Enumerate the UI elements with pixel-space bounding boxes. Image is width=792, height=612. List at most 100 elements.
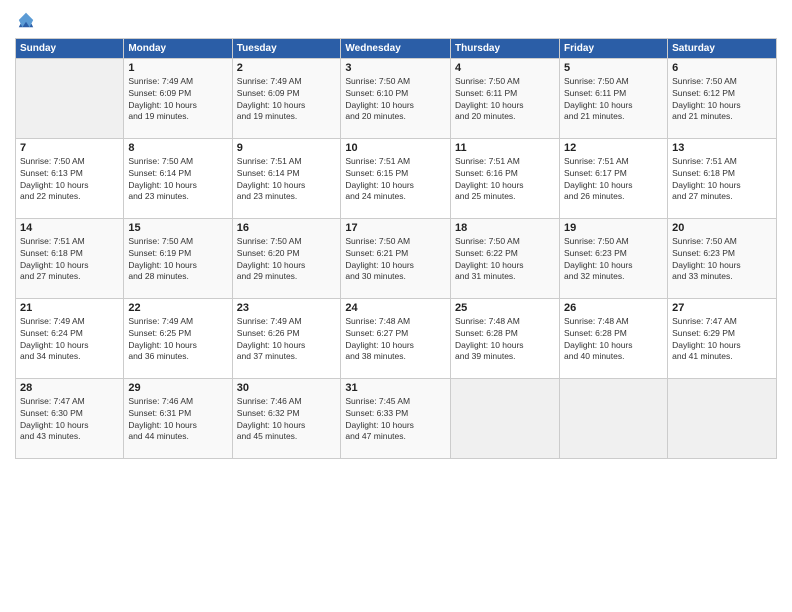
day-cell: 25 Sunrise: 7:48 AM Sunset: 6:28 PM Dayli…	[451, 298, 560, 378]
day-cell: 26 Sunrise: 7:48 AM Sunset: 6:28 PM Dayli…	[560, 298, 668, 378]
week-row-1: 1 Sunrise: 7:49 AM Sunset: 6:09 PM Daylig…	[16, 58, 777, 138]
page-header	[15, 10, 777, 30]
day-cell: 10Sunrise: 7:51 AM Sunset: 6:15 PM Dayli…	[341, 138, 451, 218]
day-cell: 20 Sunrise: 7:50 AM Sunset: 6:23 PM Dayli…	[668, 218, 777, 298]
day-info: Sunrise: 7:50 AM Sunset: 6:11 PM Dayligh…	[455, 76, 555, 124]
day-cell: 9 Sunrise: 7:51 AM Sunset: 6:14 PM Daylig…	[232, 138, 341, 218]
day-number: 16	[237, 222, 337, 234]
day-info: Sunrise: 7:49 AM Sunset: 6:26 PM Dayligh…	[237, 316, 337, 364]
day-cell: 19 Sunrise: 7:50 AM Sunset: 6:23 PM Dayli…	[560, 218, 668, 298]
day-number: 12	[564, 142, 663, 154]
day-cell: 6 Sunrise: 7:50 AM Sunset: 6:12 PM Daylig…	[668, 58, 777, 138]
day-cell: 3 Sunrise: 7:50 AM Sunset: 6:10 PM Daylig…	[341, 58, 451, 138]
day-number: 30	[237, 382, 337, 394]
day-number: 18	[455, 222, 555, 234]
logo-text	[15, 10, 35, 30]
day-cell: 30 Sunrise: 7:46 AM Sunset: 6:32 PM Dayli…	[232, 378, 341, 458]
day-info: Sunrise: 7:50 AM Sunset: 6:19 PM Dayligh…	[128, 236, 227, 284]
day-number: 9	[237, 142, 337, 154]
day-cell: 27 Sunrise: 7:47 AM Sunset: 6:29 PM Dayli…	[668, 298, 777, 378]
day-cell: 4 Sunrise: 7:50 AM Sunset: 6:11 PM Daylig…	[451, 58, 560, 138]
day-cell: 21 Sunrise: 7:49 AM Sunset: 6:24 PM Dayli…	[16, 298, 124, 378]
day-number: 1	[128, 62, 227, 74]
day-info: Sunrise: 7:51 AM Sunset: 6:18 PM Dayligh…	[20, 236, 119, 284]
day-cell: 1Sunrise: 7:49 AM Sunset: 6:09 PM Daylig…	[124, 58, 232, 138]
day-info: Sunrise: 7:48 AM Sunset: 6:28 PM Dayligh…	[564, 316, 663, 364]
day-info: Sunrise: 7:49 AM Sunset: 6:24 PM Dayligh…	[20, 316, 119, 364]
day-info: Sunrise: 7:51 AM Sunset: 6:14 PM Dayligh…	[237, 156, 337, 204]
day-info: Sunrise: 7:50 AM Sunset: 6:23 PM Dayligh…	[564, 236, 663, 284]
day-number: 22	[128, 302, 227, 314]
day-number: 21	[20, 302, 119, 314]
day-info: Sunrise: 7:50 AM Sunset: 6:13 PM Dayligh…	[20, 156, 119, 204]
day-cell: 7Sunrise: 7:50 AM Sunset: 6:13 PM Daylig…	[16, 138, 124, 218]
day-cell: 5 Sunrise: 7:50 AM Sunset: 6:11 PM Daylig…	[560, 58, 668, 138]
day-number: 8	[128, 142, 227, 154]
day-info: Sunrise: 7:50 AM Sunset: 6:21 PM Dayligh…	[345, 236, 446, 284]
day-info: Sunrise: 7:50 AM Sunset: 6:10 PM Dayligh…	[345, 76, 446, 124]
day-number: 2	[237, 62, 337, 74]
week-row-5: 28Sunrise: 7:47 AM Sunset: 6:30 PM Dayli…	[16, 378, 777, 458]
day-info: Sunrise: 7:46 AM Sunset: 6:31 PM Dayligh…	[128, 396, 227, 444]
day-number: 5	[564, 62, 663, 74]
week-row-4: 21 Sunrise: 7:49 AM Sunset: 6:24 PM Dayli…	[16, 298, 777, 378]
calendar-page: SundayMondayTuesdayWednesdayThursdayFrid…	[0, 0, 792, 612]
day-cell: 22 Sunrise: 7:49 AM Sunset: 6:25 PM Dayli…	[124, 298, 232, 378]
day-number: 11	[455, 142, 555, 154]
day-number: 27	[672, 302, 772, 314]
day-info: Sunrise: 7:49 AM Sunset: 6:25 PM Dayligh…	[128, 316, 227, 364]
day-info: Sunrise: 7:50 AM Sunset: 6:14 PM Dayligh…	[128, 156, 227, 204]
day-cell	[668, 378, 777, 458]
day-info: Sunrise: 7:49 AM Sunset: 6:09 PM Dayligh…	[237, 76, 337, 124]
logo-icon	[17, 11, 35, 29]
day-info: Sunrise: 7:47 AM Sunset: 6:29 PM Dayligh…	[672, 316, 772, 364]
day-cell: 15 Sunrise: 7:50 AM Sunset: 6:19 PM Dayli…	[124, 218, 232, 298]
day-info: Sunrise: 7:51 AM Sunset: 6:17 PM Dayligh…	[564, 156, 663, 204]
day-cell: 29 Sunrise: 7:46 AM Sunset: 6:31 PM Dayli…	[124, 378, 232, 458]
day-cell	[451, 378, 560, 458]
day-number: 25	[455, 302, 555, 314]
day-cell: 23 Sunrise: 7:49 AM Sunset: 6:26 PM Dayli…	[232, 298, 341, 378]
day-number: 4	[455, 62, 555, 74]
col-header-tuesday: Tuesday	[232, 38, 341, 58]
day-cell: 18Sunrise: 7:50 AM Sunset: 6:22 PM Dayli…	[451, 218, 560, 298]
day-number: 24	[345, 302, 446, 314]
week-row-2: 7Sunrise: 7:50 AM Sunset: 6:13 PM Daylig…	[16, 138, 777, 218]
day-info: Sunrise: 7:48 AM Sunset: 6:28 PM Dayligh…	[455, 316, 555, 364]
week-row-3: 14Sunrise: 7:51 AM Sunset: 6:18 PM Dayli…	[16, 218, 777, 298]
col-header-monday: Monday	[124, 38, 232, 58]
day-number: 15	[128, 222, 227, 234]
day-info: Sunrise: 7:51 AM Sunset: 6:18 PM Dayligh…	[672, 156, 772, 204]
day-number: 13	[672, 142, 772, 154]
col-header-thursday: Thursday	[451, 38, 560, 58]
day-number: 20	[672, 222, 772, 234]
day-cell: 13 Sunrise: 7:51 AM Sunset: 6:18 PM Dayli…	[668, 138, 777, 218]
day-cell: 24 Sunrise: 7:48 AM Sunset: 6:27 PM Dayli…	[341, 298, 451, 378]
day-number: 3	[345, 62, 446, 74]
day-info: Sunrise: 7:50 AM Sunset: 6:11 PM Dayligh…	[564, 76, 663, 124]
day-info: Sunrise: 7:48 AM Sunset: 6:27 PM Dayligh…	[345, 316, 446, 364]
day-info: Sunrise: 7:50 AM Sunset: 6:12 PM Dayligh…	[672, 76, 772, 124]
day-cell	[16, 58, 124, 138]
day-info: Sunrise: 7:51 AM Sunset: 6:16 PM Dayligh…	[455, 156, 555, 204]
day-info: Sunrise: 7:46 AM Sunset: 6:32 PM Dayligh…	[237, 396, 337, 444]
day-number: 29	[128, 382, 227, 394]
day-cell: 16Sunrise: 7:50 AM Sunset: 6:20 PM Dayli…	[232, 218, 341, 298]
day-info: Sunrise: 7:45 AM Sunset: 6:33 PM Dayligh…	[345, 396, 446, 444]
calendar-table: SundayMondayTuesdayWednesdayThursdayFrid…	[15, 38, 777, 459]
day-number: 23	[237, 302, 337, 314]
day-info: Sunrise: 7:50 AM Sunset: 6:23 PM Dayligh…	[672, 236, 772, 284]
day-number: 31	[345, 382, 446, 394]
day-number: 17	[345, 222, 446, 234]
day-cell: 17 Sunrise: 7:50 AM Sunset: 6:21 PM Dayli…	[341, 218, 451, 298]
day-cell: 14Sunrise: 7:51 AM Sunset: 6:18 PM Dayli…	[16, 218, 124, 298]
header-row: SundayMondayTuesdayWednesdayThursdayFrid…	[16, 38, 777, 58]
day-cell: 8 Sunrise: 7:50 AM Sunset: 6:14 PM Daylig…	[124, 138, 232, 218]
day-number: 26	[564, 302, 663, 314]
day-number: 10	[345, 142, 446, 154]
day-number: 6	[672, 62, 772, 74]
day-cell: 11 Sunrise: 7:51 AM Sunset: 6:16 PM Dayli…	[451, 138, 560, 218]
day-cell: 31 Sunrise: 7:45 AM Sunset: 6:33 PM Dayli…	[341, 378, 451, 458]
day-number: 19	[564, 222, 663, 234]
day-info: Sunrise: 7:47 AM Sunset: 6:30 PM Dayligh…	[20, 396, 119, 444]
